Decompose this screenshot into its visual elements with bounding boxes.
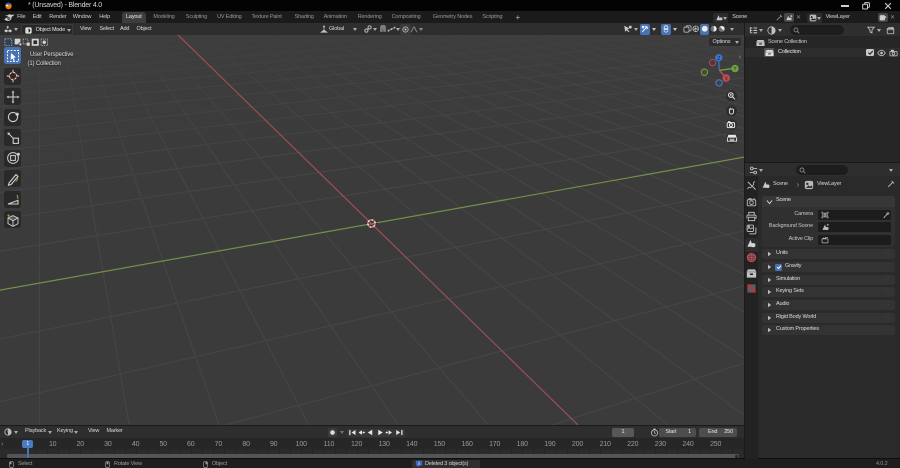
svg-text:Z: Z xyxy=(717,56,720,62)
svg-text:i: i xyxy=(418,461,419,467)
